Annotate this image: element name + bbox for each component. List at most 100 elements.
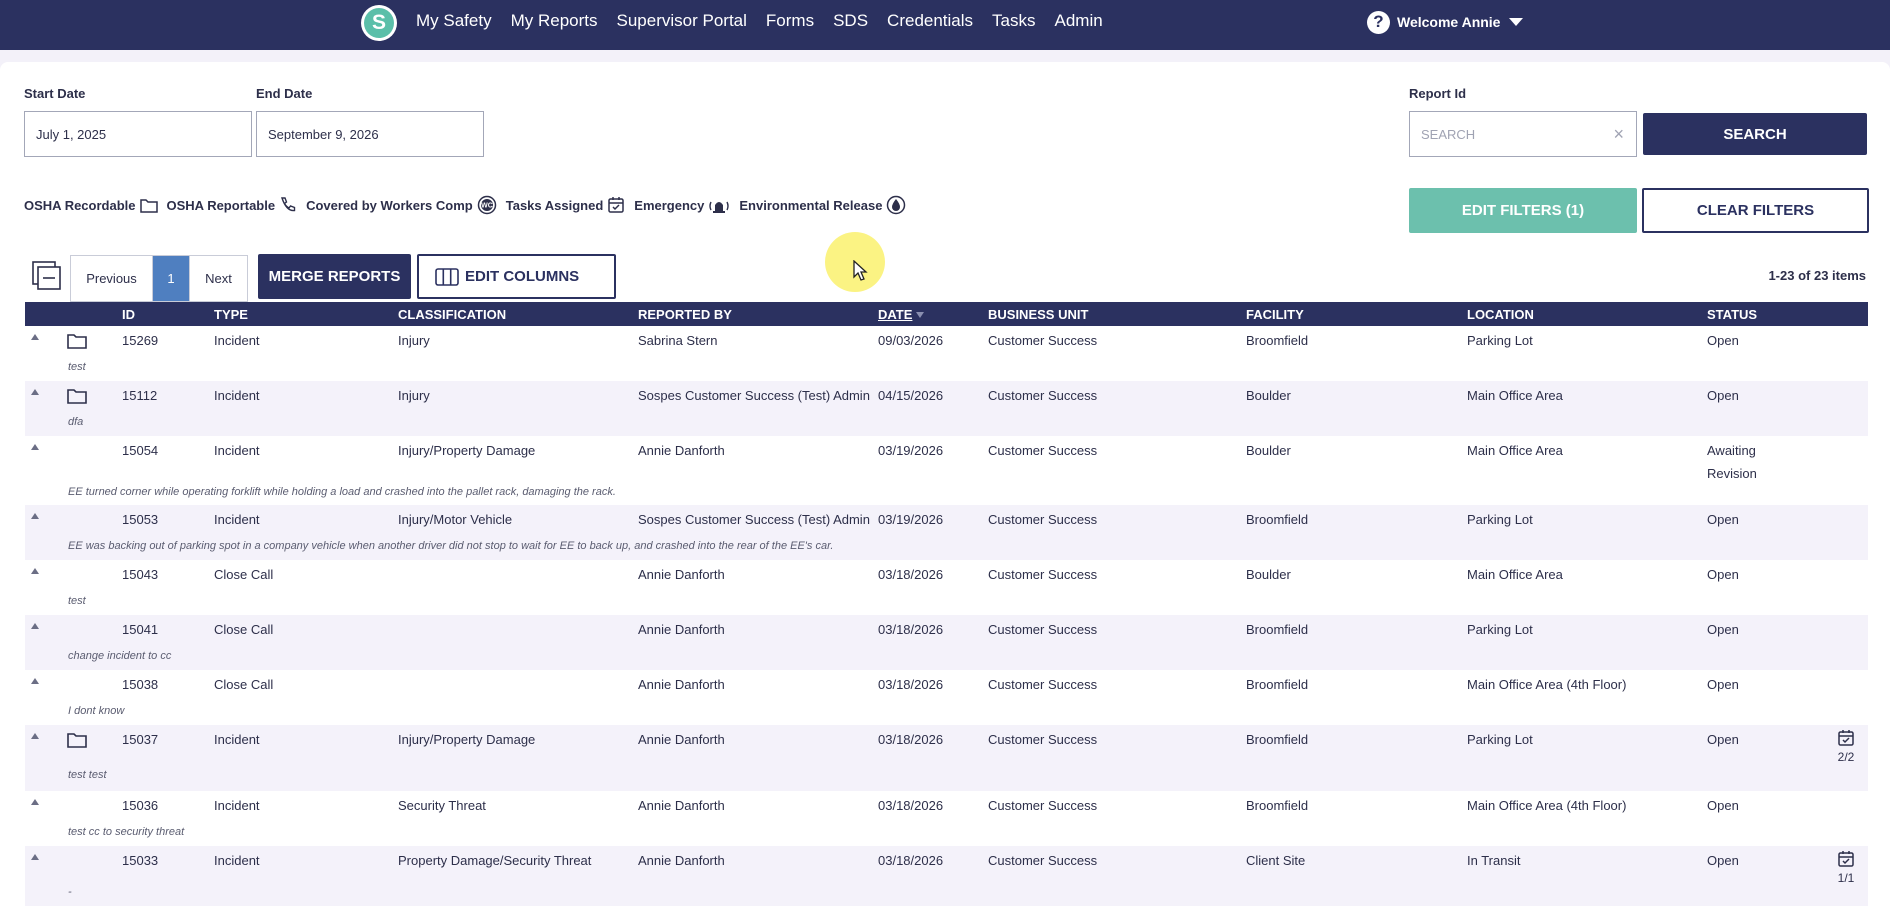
expand-row-icon[interactable] xyxy=(31,389,39,395)
cell-id[interactable]: 15033 xyxy=(122,853,158,868)
app-logo[interactable]: S xyxy=(361,5,397,41)
row-description: test test xyxy=(68,769,107,781)
report-id-label: Report Id xyxy=(1409,86,1467,101)
expand-row-icon[interactable] xyxy=(31,513,39,519)
cell-id[interactable]: 15112 xyxy=(122,388,157,403)
expand-row-icon[interactable] xyxy=(31,733,39,739)
cell-id[interactable]: 15036 xyxy=(122,798,158,813)
cell-facility: Client Site xyxy=(1246,853,1306,868)
end-date-input[interactable]: September 9, 2026 xyxy=(256,111,484,157)
next-page-button[interactable]: Next xyxy=(189,256,247,301)
cell-location: Main Office Area xyxy=(1467,567,1563,582)
edit-filters-button[interactable]: EDIT FILTERS (1) xyxy=(1409,188,1637,233)
legend-emergency: Emergency xyxy=(634,196,730,214)
table-row[interactable]: 15038 Close Call Annie Danforth 03/18/2026 C… xyxy=(25,670,1868,725)
cell-facility: Boulder xyxy=(1246,388,1291,403)
cell-business-unit: Customer Success xyxy=(988,853,1098,868)
cell-location: Main Office Area (4th Floor) xyxy=(1467,798,1627,813)
cell-classification: Injury/Motor Vehicle xyxy=(398,512,513,527)
cell-id[interactable]: 15053 xyxy=(122,512,158,527)
col-classification[interactable]: CLASSIFICATION xyxy=(398,307,506,322)
cell-classification: Security Threat xyxy=(398,798,486,813)
table-row[interactable]: 15036 Incident Security Threat Annie Danfor… xyxy=(25,791,1868,846)
report-id-input[interactable]: SEARCH × xyxy=(1409,111,1637,157)
user-menu[interactable]: ? Welcome Annie xyxy=(1367,10,1524,34)
table-row[interactable]: 15033 Incident Property Damage/Security Th… xyxy=(25,846,1868,906)
table-row[interactable]: 15043 Close Call Annie Danforth 03/18/2026 C… xyxy=(25,560,1868,615)
nav-tasks[interactable]: Tasks xyxy=(992,11,1035,31)
clear-icon[interactable]: × xyxy=(1613,124,1624,145)
phone-icon xyxy=(281,197,296,212)
cell-facility: Broomfield xyxy=(1246,732,1309,747)
row-description: change incident to cc xyxy=(68,650,172,662)
table-row[interactable]: 15041 Close Call Annie Danforth 03/18/2026 C… xyxy=(25,615,1868,670)
row-description: I dont know xyxy=(68,705,125,717)
start-date-input[interactable]: July 1, 2025 xyxy=(24,111,252,157)
cell-reported-by: Sospes Customer Success (Test) Admin xyxy=(638,388,870,403)
nav-my-safety[interactable]: My Safety xyxy=(416,11,492,31)
items-count: 1-23 of 23 items xyxy=(1768,268,1866,283)
nav-credentials[interactable]: Credentials xyxy=(887,11,973,31)
cell-id[interactable]: 15269 xyxy=(122,333,158,348)
nav-sds[interactable]: SDS xyxy=(833,11,868,31)
expand-row-icon[interactable] xyxy=(31,799,39,805)
legend-label: Environmental Release xyxy=(739,197,883,213)
col-date[interactable]: DATE xyxy=(878,307,925,322)
previous-page-button[interactable]: Previous xyxy=(71,256,153,301)
merge-reports-button[interactable]: MERGE REPORTS xyxy=(258,254,411,299)
row-description: EE turned corner while operating forklif… xyxy=(68,486,616,498)
table-row[interactable]: 15037 Incident Injury/Property Damage Annie… xyxy=(25,725,1868,791)
col-status[interactable]: STATUS xyxy=(1707,307,1757,322)
table-row[interactable]: 15054 Incident Injury/Property Damage Annie… xyxy=(25,436,1868,505)
cell-id[interactable]: 15038 xyxy=(122,677,158,692)
tasks-assigned-indicator[interactable]: 1/1 xyxy=(1837,850,1855,885)
cell-type: Incident xyxy=(214,512,260,527)
collapse-all-icon[interactable] xyxy=(31,260,63,292)
col-reported-by[interactable]: REPORTED BY xyxy=(638,307,732,322)
cell-id[interactable]: 15037 xyxy=(122,732,158,747)
nav-admin[interactable]: Admin xyxy=(1055,11,1103,31)
edit-columns-button[interactable]: EDIT COLUMNS xyxy=(417,254,616,299)
col-facility[interactable]: FACILITY xyxy=(1246,307,1304,322)
table-row[interactable]: 15053 Incident Injury/Motor Vehicle Sospes … xyxy=(25,505,1868,560)
tasks-assigned-indicator[interactable]: 2/2 xyxy=(1837,729,1855,764)
cell-id[interactable]: 15041 xyxy=(122,622,158,637)
cell-business-unit: Customer Success xyxy=(988,798,1098,813)
nav-supervisor-portal[interactable]: Supervisor Portal xyxy=(617,11,747,31)
table-row[interactable]: 15112 Incident Injury Sospes Customer Succe… xyxy=(25,381,1868,436)
table-row[interactable]: 15269 Incident Injury Sabrina Stern 09/03/20… xyxy=(25,326,1868,381)
expand-row-icon[interactable] xyxy=(31,334,39,340)
cell-date: 03/18/2026 xyxy=(878,853,944,868)
clear-filters-button[interactable]: CLEAR FILTERS xyxy=(1642,188,1869,233)
expand-row-icon[interactable] xyxy=(31,854,39,860)
expand-row-icon[interactable] xyxy=(31,444,39,450)
cell-business-unit: Customer Success xyxy=(988,388,1098,403)
nav-forms[interactable]: Forms xyxy=(766,11,814,31)
top-nav-bar: S My Safety My Reports Supervisor Portal… xyxy=(0,0,1890,50)
col-location[interactable]: LOCATION xyxy=(1467,307,1534,322)
cell-date: 03/18/2026 xyxy=(878,567,944,582)
col-id[interactable]: ID xyxy=(122,307,135,322)
columns-icon xyxy=(435,267,459,286)
expand-row-icon[interactable] xyxy=(31,678,39,684)
report-id-placeholder: SEARCH xyxy=(1421,126,1476,142)
col-business-unit[interactable]: BUSINESS UNIT xyxy=(988,307,1088,322)
cell-location: Parking Lot xyxy=(1467,333,1533,348)
search-button[interactable]: SEARCH xyxy=(1643,113,1867,155)
col-type[interactable]: TYPE xyxy=(214,307,248,322)
cell-id[interactable]: 15043 xyxy=(122,567,158,582)
cell-status: Open xyxy=(1707,567,1739,582)
help-icon[interactable]: ? xyxy=(1367,10,1390,34)
expand-row-icon[interactable] xyxy=(31,568,39,574)
legend-label: Tasks Assigned xyxy=(505,197,604,213)
expand-row-icon[interactable] xyxy=(31,623,39,629)
cell-classification: Property Damage/Security Threat xyxy=(398,853,592,868)
chevron-down-icon[interactable] xyxy=(1509,18,1524,26)
cell-type: Close Call xyxy=(214,567,274,582)
legend-environmental-release: Environmental Release xyxy=(739,195,906,215)
row-description: test cc to security threat xyxy=(68,826,185,838)
nav-my-reports[interactable]: My Reports xyxy=(511,11,598,31)
cell-business-unit: Customer Success xyxy=(988,732,1098,747)
cell-id[interactable]: 15054 xyxy=(122,443,158,458)
page-1-button[interactable]: 1 xyxy=(153,256,189,301)
